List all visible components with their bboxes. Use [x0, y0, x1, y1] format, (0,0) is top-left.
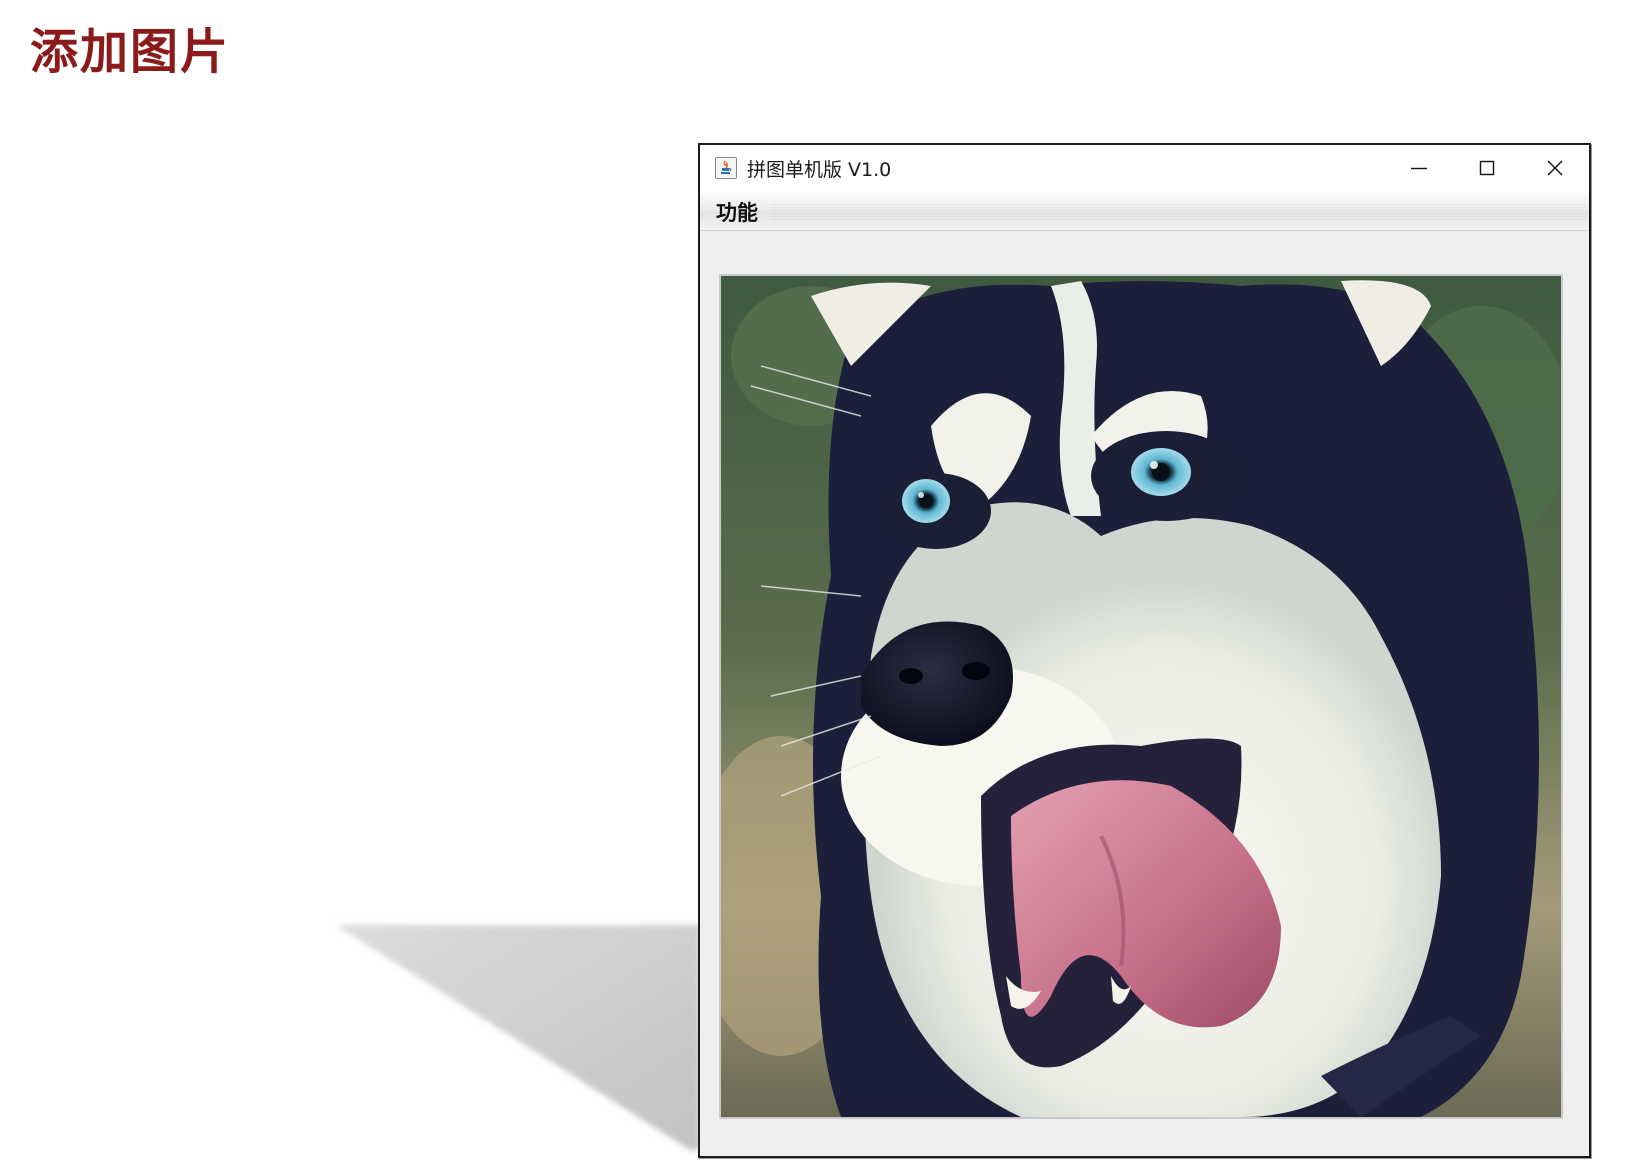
close-icon [1547, 160, 1563, 176]
window-title: 拼图单机版 V1.0 [747, 159, 892, 181]
window-titlebar[interactable]: 拼图单机版 V1.0 [700, 145, 1589, 193]
puzzle-image[interactable] [719, 274, 1563, 1119]
app-window: 拼图单机版 V1.0 功能 [698, 143, 1591, 1158]
menu-function[interactable]: 功能 [716, 197, 758, 227]
content-pane [700, 231, 1589, 1156]
minimize-button[interactable] [1385, 145, 1453, 192]
slide-page: 添加图片 拼图单机版 V1.0 功能 [0, 0, 1634, 1167]
maximize-button[interactable] [1453, 145, 1521, 192]
close-button[interactable] [1521, 145, 1589, 192]
maximize-icon [1479, 160, 1495, 176]
java-cup-icon [715, 157, 737, 179]
menu-bar: 功能 [700, 192, 1589, 231]
slide-title: 添加图片 [30, 24, 231, 80]
minimize-icon [1411, 167, 1427, 170]
husky-dog-photo [721, 276, 1561, 1117]
